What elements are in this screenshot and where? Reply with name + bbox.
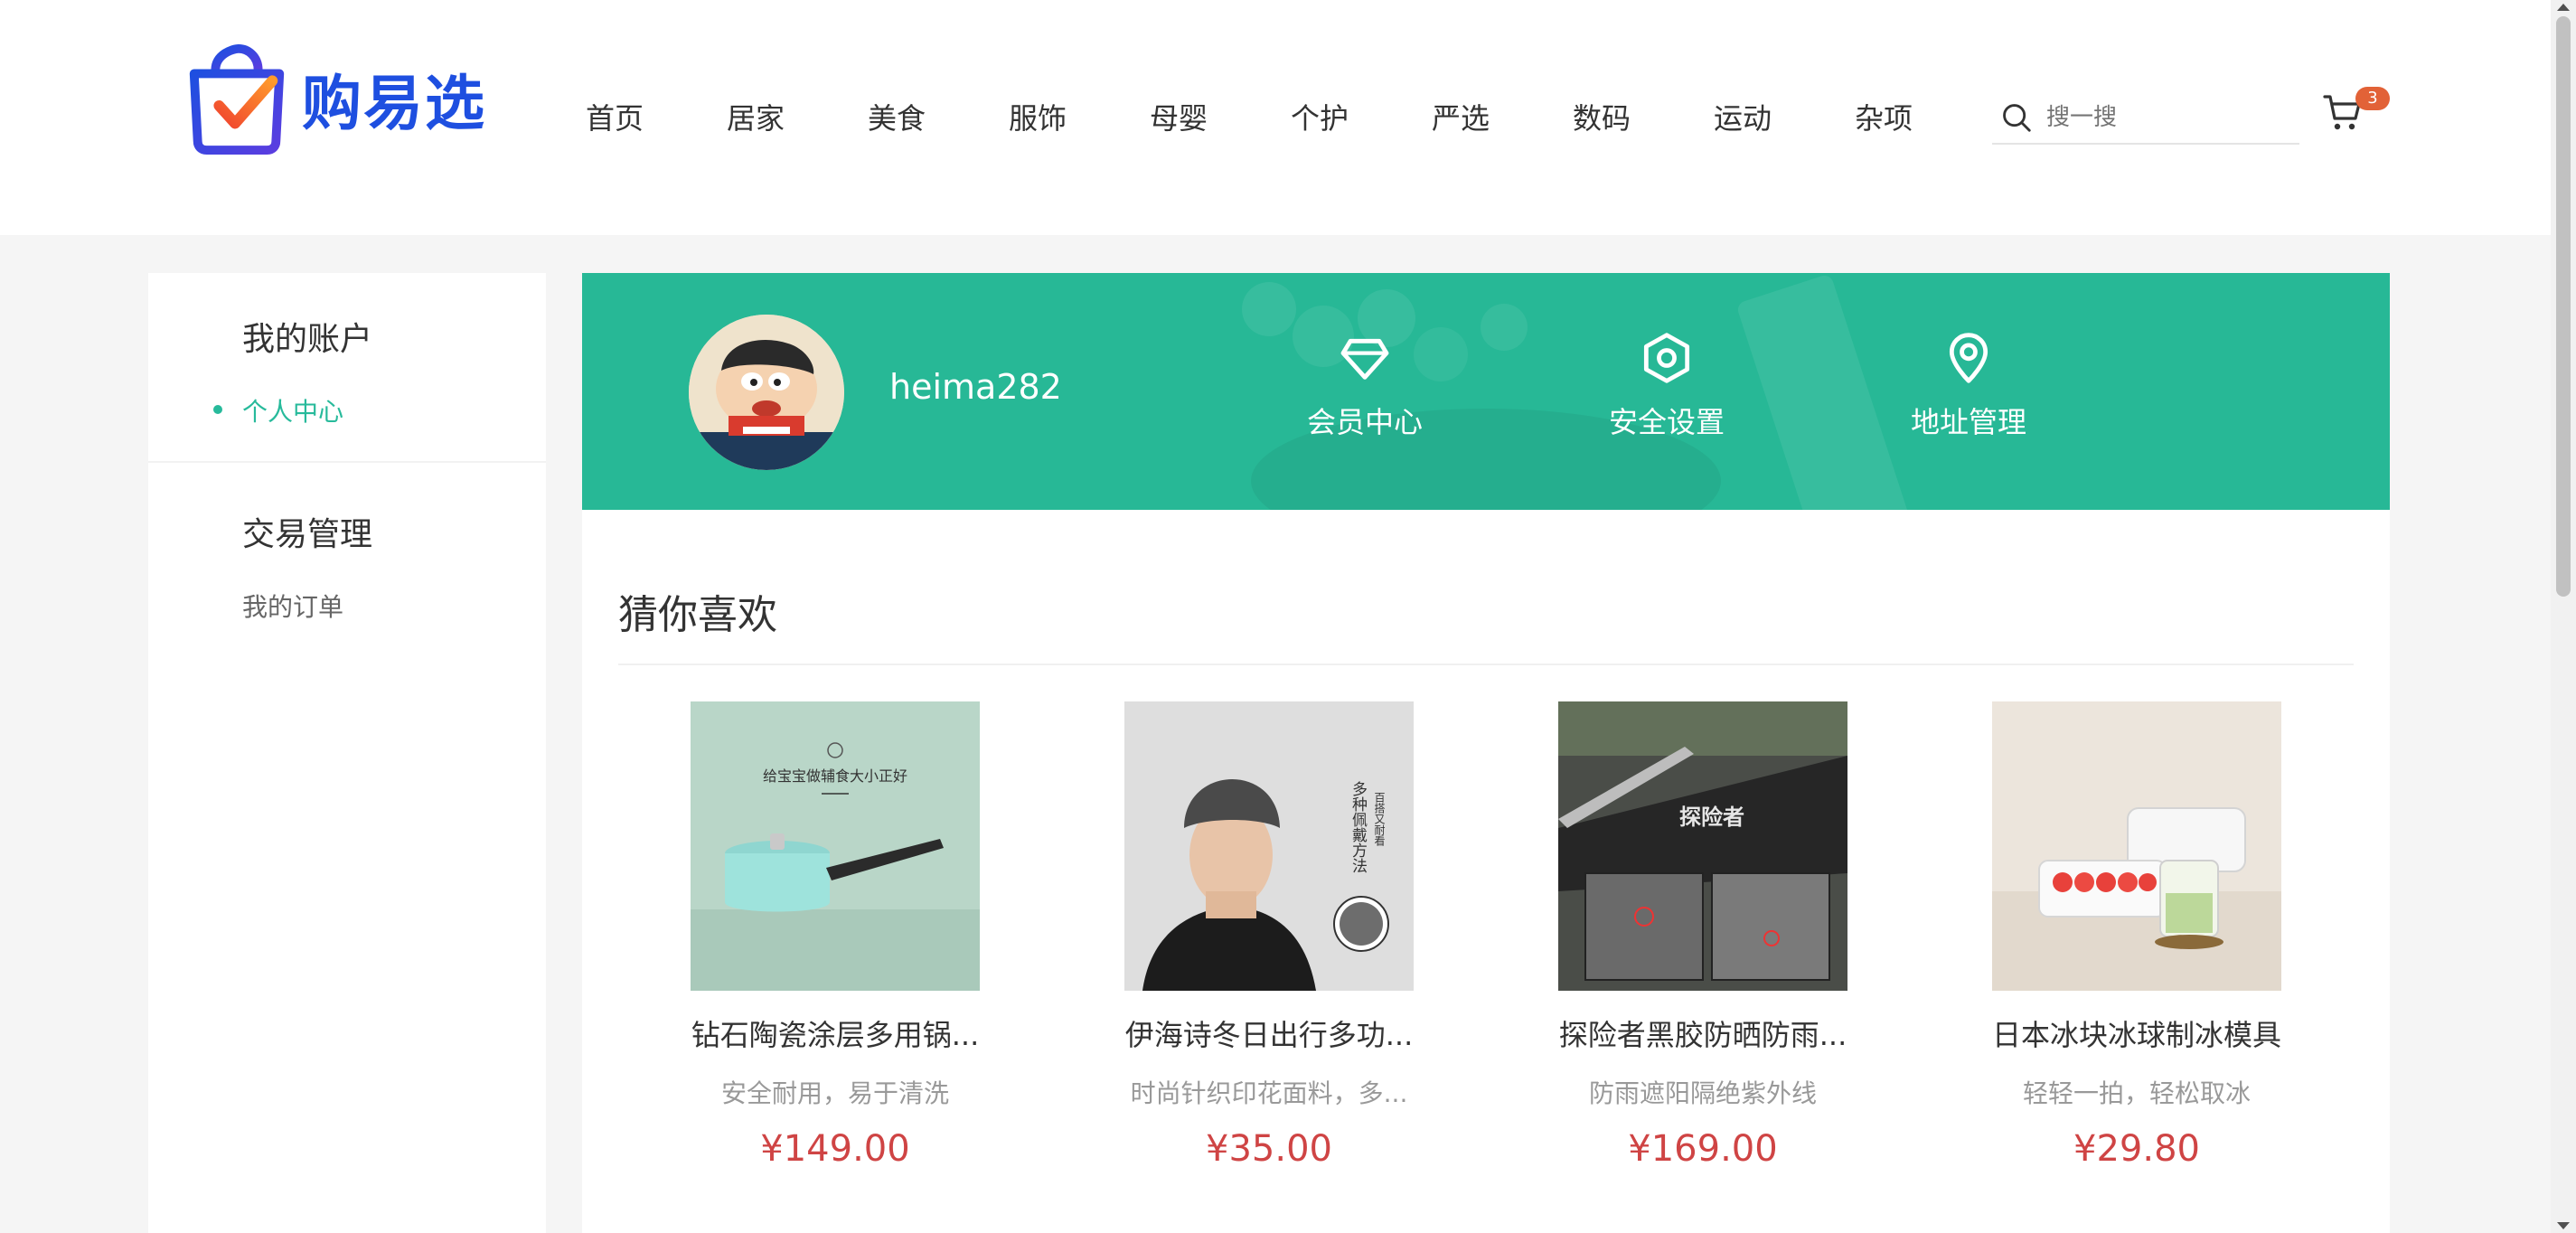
nav-item-home-living[interactable]: 居家 <box>727 96 868 137</box>
goods-image: 给宝宝做辅食大小正好 <box>691 701 980 991</box>
nav-item-apparel[interactable]: 服饰 <box>1009 96 1150 137</box>
brand-logo[interactable]: 购易选 <box>179 42 486 155</box>
nav-item-misc[interactable]: 杂项 <box>1855 96 1996 137</box>
security-settings-button[interactable]: 安全设置 <box>1576 329 1757 441</box>
main-nav: 首页 居家 美食 服饰 母婴 个护 严选 数码 运动 杂项 <box>586 96 1996 137</box>
image-caption: 多种佩戴方法 <box>1349 781 1368 873</box>
goods-desc: 轻轻一拍，轻松取冰 <box>2022 1078 2251 1108</box>
pot-product-image: 给宝宝做辅食大小正好 <box>691 701 980 991</box>
security-settings-label: 安全设置 <box>1608 405 1725 439</box>
account-sidebar: 我的账户 个人中心 交易管理 我的订单 <box>148 273 546 1233</box>
guess-you-like-section: 猜你喜欢 给宝宝做辅食大小正好 钻石陶瓷涂层多用锅... 安全耐用，易于清洗 ¥… <box>582 510 2390 1233</box>
nav-item-sports[interactable]: 运动 <box>1714 96 1855 137</box>
goods-card[interactable]: 日本冰块冰球制冰模具 轻轻一拍，轻松取冰 ¥29.80 <box>1992 701 2281 1170</box>
image-caption-secondary: 百搭又耐看 <box>1373 792 1386 847</box>
hexagon-shield-icon <box>1643 333 1690 383</box>
sidebar-group-title: 我的账户 <box>242 321 373 358</box>
nav-item-selected[interactable]: 严选 <box>1432 96 1573 137</box>
scrollbar-thumb[interactable] <box>2556 16 2571 597</box>
goods-name: 日本冰块冰球制冰模具 <box>1992 1018 2281 1052</box>
goods-desc: 安全耐用，易于清洗 <box>720 1078 949 1108</box>
goods-price: ¥35.00 <box>1206 1128 1332 1170</box>
brand-name: 购易选 <box>302 69 486 138</box>
nav-item-personal-care[interactable]: 个护 <box>1291 96 1432 137</box>
goods-price: ¥169.00 <box>1628 1128 1778 1170</box>
goods-list: 给宝宝做辅食大小正好 钻石陶瓷涂层多用锅... 安全耐用，易于清洗 ¥149.0… <box>691 701 2426 1170</box>
ice-mold-product-image <box>1992 701 2281 991</box>
umbrella-product-image: 探险者 <box>1558 701 1847 991</box>
top-header: 购易选 首页 居家 美食 服饰 母婴 个护 严选 数码 运动 杂项 3 <box>0 0 2551 235</box>
sidebar-group-trade: 交易管理 我的订单 <box>148 463 546 624</box>
sidebar-group-title: 交易管理 <box>242 516 373 553</box>
sidebar-item-profile-center[interactable]: 个人中心 <box>213 392 546 428</box>
member-center-label: 会员中心 <box>1306 405 1423 439</box>
goods-price: ¥29.80 <box>2073 1128 2200 1170</box>
shopping-bag-check-icon <box>189 43 285 155</box>
goods-name: 探险者黑胶防晒防雨... <box>1558 1018 1847 1052</box>
section-title: 猜你喜欢 <box>618 592 777 638</box>
knit-hat-product-image: 多种佩戴方法 百搭又耐看 <box>1124 701 1414 991</box>
nav-item-home[interactable]: 首页 <box>586 96 727 137</box>
goods-image: 探险者 <box>1558 701 1847 991</box>
nav-item-baby[interactable]: 母婴 <box>1150 96 1291 137</box>
page-scrollbar[interactable] <box>2551 0 2576 1233</box>
search-icon[interactable] <box>1999 100 2034 135</box>
cart-button[interactable]: 3 <box>2321 87 2390 137</box>
goods-name: 伊海诗冬日出行多功... <box>1124 1018 1414 1052</box>
goods-card[interactable]: 探险者 探险者黑胶防晒防雨... 防雨遮阳隔绝紫外线 ¥169.00 <box>1558 701 1847 1170</box>
cart-count-badge: 3 <box>2355 87 2390 110</box>
image-caption: 给宝宝做辅食大小正好 <box>763 767 907 785</box>
goods-card[interactable]: 给宝宝做辅食大小正好 钻石陶瓷涂层多用锅... 安全耐用，易于清洗 ¥149.0… <box>691 701 980 1170</box>
goods-image <box>1992 701 2281 991</box>
goods-price: ¥149.00 <box>760 1128 910 1170</box>
scroll-up-arrow-icon[interactable] <box>2557 4 2570 11</box>
goods-card[interactable]: 多种佩戴方法 百搭又耐看 伊海诗冬日出行多功... 时尚针织印花面料，多... … <box>1124 701 1414 1170</box>
cartoon-avatar-image <box>689 315 844 470</box>
goods-desc: 时尚针织印花面料，多... <box>1130 1078 1408 1108</box>
nav-item-digital[interactable]: 数码 <box>1573 96 1714 137</box>
search-input[interactable] <box>2046 104 2281 131</box>
search-box <box>1992 92 2299 145</box>
sidebar-item-my-orders[interactable]: 我的订单 <box>242 588 546 624</box>
sidebar-group-account: 我的账户 个人中心 <box>148 273 546 463</box>
goods-name: 钻石陶瓷涂层多用锅... <box>691 1018 980 1052</box>
profile-banner: heima282 会员中心 安全设置 地址管理 <box>582 273 2390 510</box>
member-center-button[interactable]: 会员中心 <box>1274 329 1455 441</box>
image-caption: 探险者 <box>1679 805 1744 830</box>
user-avatar[interactable] <box>689 315 844 470</box>
nav-item-food[interactable]: 美食 <box>868 96 1009 137</box>
scroll-down-arrow-icon[interactable] <box>2557 1222 2570 1229</box>
goods-image: 多种佩戴方法 百搭又耐看 <box>1124 701 1414 991</box>
section-divider <box>618 664 2354 665</box>
goods-desc: 防雨遮阳隔绝紫外线 <box>1588 1078 1817 1108</box>
address-management-button[interactable]: 地址管理 <box>1878 329 2059 441</box>
username: heima282 <box>889 367 1062 407</box>
diamond-icon <box>1340 338 1389 380</box>
location-pin-icon <box>1949 333 1988 383</box>
address-management-label: 地址管理 <box>1910 405 2026 439</box>
